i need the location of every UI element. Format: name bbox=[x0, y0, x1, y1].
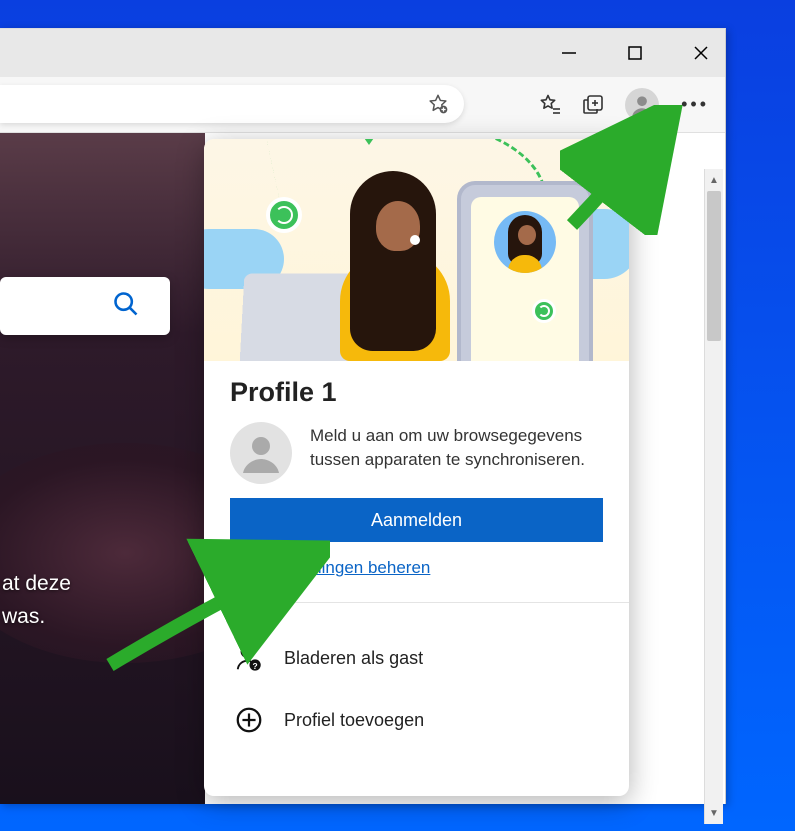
sync-icon bbox=[532, 299, 556, 323]
window-maximize-button[interactable] bbox=[625, 43, 645, 63]
scroll-thumb[interactable] bbox=[707, 191, 721, 341]
phone-illustration bbox=[457, 181, 593, 361]
address-bar[interactable] bbox=[0, 85, 464, 123]
scroll-down-button[interactable]: ▼ bbox=[705, 802, 723, 824]
profile-info-row: Meld u aan om uw browsegegevens tussen a… bbox=[230, 422, 603, 484]
profile-button[interactable] bbox=[625, 88, 659, 122]
browse-as-guest-item[interactable]: ? Bladeren als gast bbox=[230, 627, 603, 689]
plus-circle-icon bbox=[234, 705, 264, 735]
favorites-button[interactable] bbox=[537, 92, 563, 118]
profile-popover: Profile 1 Meld u aan om uw browsegegeven… bbox=[204, 139, 629, 796]
svg-text:?: ? bbox=[253, 661, 258, 671]
caption-line: at deze bbox=[2, 572, 71, 595]
add-favorite-button[interactable] bbox=[426, 92, 450, 116]
collections-button[interactable] bbox=[581, 92, 607, 118]
homepage-caption: at deze was. bbox=[0, 567, 71, 634]
vertical-scrollbar[interactable]: ▲ ▼ bbox=[704, 169, 723, 824]
guest-label: Bladeren als gast bbox=[284, 648, 423, 669]
sync-chevron-icon bbox=[362, 139, 376, 145]
profile-avatar-placeholder bbox=[230, 422, 292, 484]
homepage-background: at deze was. bbox=[0, 133, 205, 804]
homepage-search-bar[interactable] bbox=[0, 277, 170, 335]
signin-button[interactable]: Aanmelden bbox=[230, 498, 603, 542]
profile-description: Meld u aan om uw browsegegevens tussen a… bbox=[310, 422, 603, 472]
settings-menu-button[interactable]: ••• bbox=[677, 94, 713, 115]
add-profile-item[interactable]: Profiel toevoegen bbox=[230, 689, 603, 751]
caption-line: was. bbox=[2, 605, 45, 628]
browser-toolbar: ••• bbox=[0, 77, 725, 133]
profile-illustration bbox=[204, 139, 629, 361]
divider bbox=[204, 602, 629, 603]
profile-name: Profile 1 bbox=[230, 377, 603, 408]
add-profile-label: Profiel toevoegen bbox=[284, 710, 424, 731]
window-close-button[interactable] bbox=[691, 43, 711, 63]
search-icon bbox=[112, 290, 140, 323]
person-illustration bbox=[322, 171, 462, 361]
manage-profile-link[interactable]: Profielinstellingen beheren bbox=[230, 558, 603, 578]
sync-icon bbox=[266, 197, 302, 233]
window-titlebar bbox=[0, 29, 725, 77]
guest-icon: ? bbox=[234, 643, 264, 673]
window-minimize-button[interactable] bbox=[559, 43, 579, 63]
scroll-up-button[interactable]: ▲ bbox=[705, 169, 723, 191]
